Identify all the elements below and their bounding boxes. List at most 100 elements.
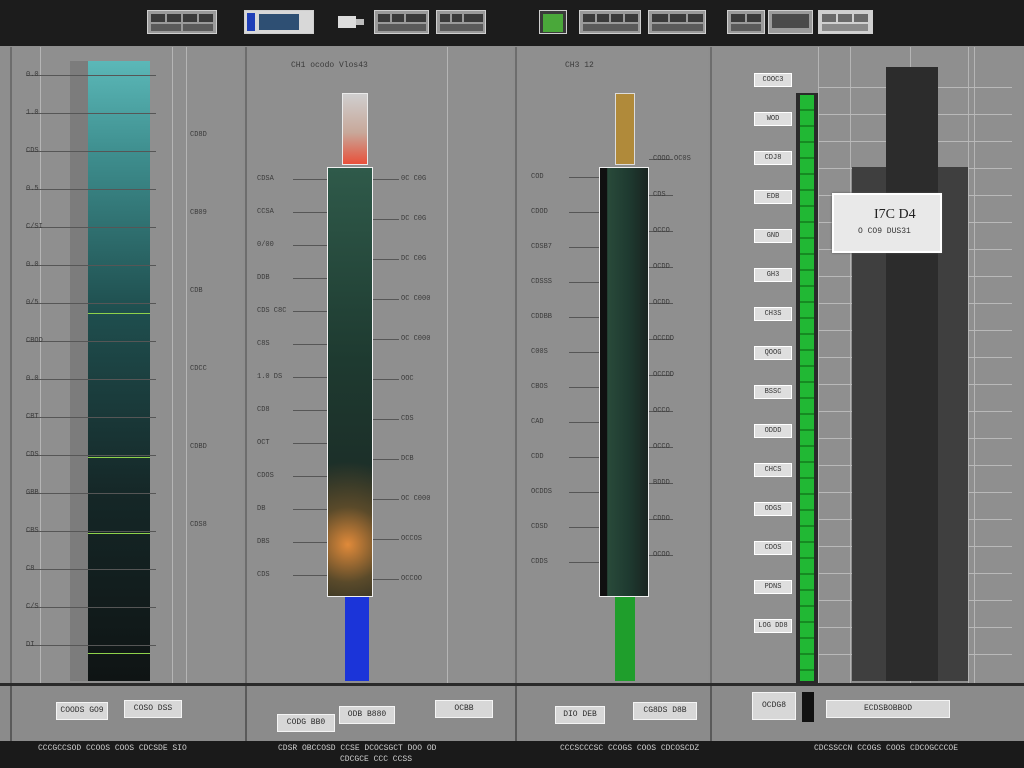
scale-label: OCCO <box>653 407 670 415</box>
footer-text: CDSR OBCCOSD CCSE DCOCSGCT DOO OD <box>278 744 437 753</box>
tick-mark <box>569 457 599 458</box>
channel-label-box[interactable]: LOG DD8 <box>754 619 792 633</box>
channel-label-box[interactable]: ODGS <box>754 502 792 516</box>
grid-thumbnail-button[interactable] <box>727 10 765 34</box>
channel-panel-3: CH3 12 COD CDOD CDSB7 CDSSS CDDBB C00S CBOS CAD… <box>515 47 708 683</box>
green-thumbnail-button[interactable] <box>539 10 567 34</box>
tick-mark <box>293 377 327 378</box>
control-chip[interactable]: CODG BB0 <box>277 714 335 732</box>
scale-label: CDSA <box>257 175 274 183</box>
scale-label: COD <box>531 173 544 181</box>
tick-mark <box>373 459 399 460</box>
tick-mark <box>569 247 599 248</box>
channel-label-box[interactable]: EDB <box>754 190 792 204</box>
tick-mark <box>293 344 327 345</box>
control-chip[interactable]: OCDG8 <box>752 692 796 720</box>
channel-label-box[interactable]: COOC3 <box>754 73 792 87</box>
footer-text: CDCGCE CCC CCSS <box>340 755 413 764</box>
scale-label: CBOD <box>26 337 43 345</box>
scale-label: OCOO <box>653 551 670 559</box>
tick-mark <box>293 476 327 477</box>
scale-label: BDDD <box>653 479 670 487</box>
scale-label: OC C000 <box>401 295 431 303</box>
tick-mark <box>373 579 399 580</box>
tick-mark <box>373 499 399 500</box>
bottom-control-row: COODS GO9 COSO DSS CODG BB0 ODB B880 OCB… <box>0 683 1024 741</box>
control-chip[interactable]: OCBB <box>435 700 493 718</box>
peak-indicator-red <box>342 93 368 165</box>
grid-thumbnail-button[interactable] <box>579 10 641 34</box>
gridline <box>26 531 156 532</box>
bottom-cell-1: COODS GO9 COSO DSS <box>10 686 243 741</box>
control-chip[interactable]: COODS GO9 <box>56 702 108 720</box>
level-meter-green[interactable] <box>615 597 635 681</box>
tick-mark <box>373 299 399 300</box>
scale-label: 0.0 <box>26 71 39 79</box>
channel-label-box[interactable]: ODDD <box>754 424 792 438</box>
scale-label: DDB <box>257 274 270 282</box>
callout-title: I7C D4 <box>874 207 916 222</box>
scale-label: CDSSS <box>531 278 553 286</box>
tick-mark <box>373 419 399 420</box>
scale-label: 1.0 DS <box>257 373 283 381</box>
level-meter-teal[interactable] <box>88 61 150 681</box>
scale-label: OCCDD <box>653 335 675 343</box>
control-chip[interactable]: COSO DSS <box>124 700 182 718</box>
gridline <box>26 379 156 380</box>
gridline <box>26 113 156 114</box>
tick-mark <box>373 539 399 540</box>
control-chip[interactable]: ECDSBOBBOD <box>826 700 950 718</box>
tick-mark <box>293 542 327 543</box>
level-meter-green[interactable] <box>800 95 814 681</box>
tick-mark <box>373 219 399 220</box>
value-callout[interactable]: I7C D4 O CO9 DUS31 <box>832 193 942 253</box>
channel-label-box[interactable]: GH3 <box>754 268 792 282</box>
scale-label: CDS <box>26 451 39 459</box>
display-thumbnail-button[interactable] <box>244 10 314 34</box>
grid-thumbnail-button[interactable] <box>374 10 429 34</box>
level-meter-blue[interactable] <box>345 597 369 681</box>
tick-mark <box>373 339 399 340</box>
tick-mark <box>293 278 327 279</box>
tick-mark <box>373 179 399 180</box>
channel-label-box[interactable]: GND <box>754 229 792 243</box>
channel-label-box[interactable]: WOD <box>754 112 792 126</box>
scale-label: CBT <box>26 413 39 421</box>
tick-mark <box>569 492 599 493</box>
channel-label-box[interactable]: QOOG <box>754 346 792 360</box>
channel-label-box[interactable]: CDOS <box>754 541 792 555</box>
control-chip[interactable]: ODB B880 <box>339 706 395 724</box>
level-meter-main[interactable] <box>599 167 649 597</box>
scale-label: OCDD <box>653 299 670 307</box>
scale-label: CDDBB <box>531 313 553 321</box>
scale-label: C/SI <box>26 223 43 231</box>
grid-thumbnail-button[interactable] <box>768 10 813 34</box>
scale-label: OCCDD <box>653 371 675 379</box>
control-chip[interactable]: DIO DEB <box>555 706 605 724</box>
grid-thumbnail-button[interactable] <box>648 10 706 34</box>
gridline <box>26 227 156 228</box>
tick-mark <box>569 177 599 178</box>
grid-thumbnail-button[interactable] <box>436 10 486 34</box>
bottom-cell-4: OCDG8 ECDSBOBBOD <box>710 686 1022 741</box>
tick-mark <box>569 422 599 423</box>
channel-label-box[interactable]: PDNS <box>754 580 792 594</box>
scale-label: OCDD <box>653 263 670 271</box>
control-chip[interactable]: CG8DS D8B <box>633 702 697 720</box>
channel-label-box[interactable]: CHCS <box>754 463 792 477</box>
scale-label: CD8 <box>257 406 270 414</box>
channel-label-box[interactable]: BSSC <box>754 385 792 399</box>
layout-thumbnail-button[interactable] <box>147 10 217 34</box>
tick-mark <box>293 311 327 312</box>
channel-label-box[interactable]: CH3S <box>754 307 792 321</box>
scale-label: CDOS <box>257 472 274 480</box>
gridline <box>26 265 156 266</box>
grid-thumbnail-button[interactable] <box>818 10 873 34</box>
camera-icon[interactable] <box>338 10 366 34</box>
scale-label: CDS <box>653 191 666 199</box>
level-meter-main[interactable] <box>327 167 373 597</box>
panel-title: CH1 ocodo Vlos43 <box>291 61 368 70</box>
tick-mark <box>569 212 599 213</box>
channel-label-box[interactable]: CDJ8 <box>754 151 792 165</box>
footer-text: CCCGCCSOD CCOOS COOS CDCSDE SIO <box>38 744 187 753</box>
